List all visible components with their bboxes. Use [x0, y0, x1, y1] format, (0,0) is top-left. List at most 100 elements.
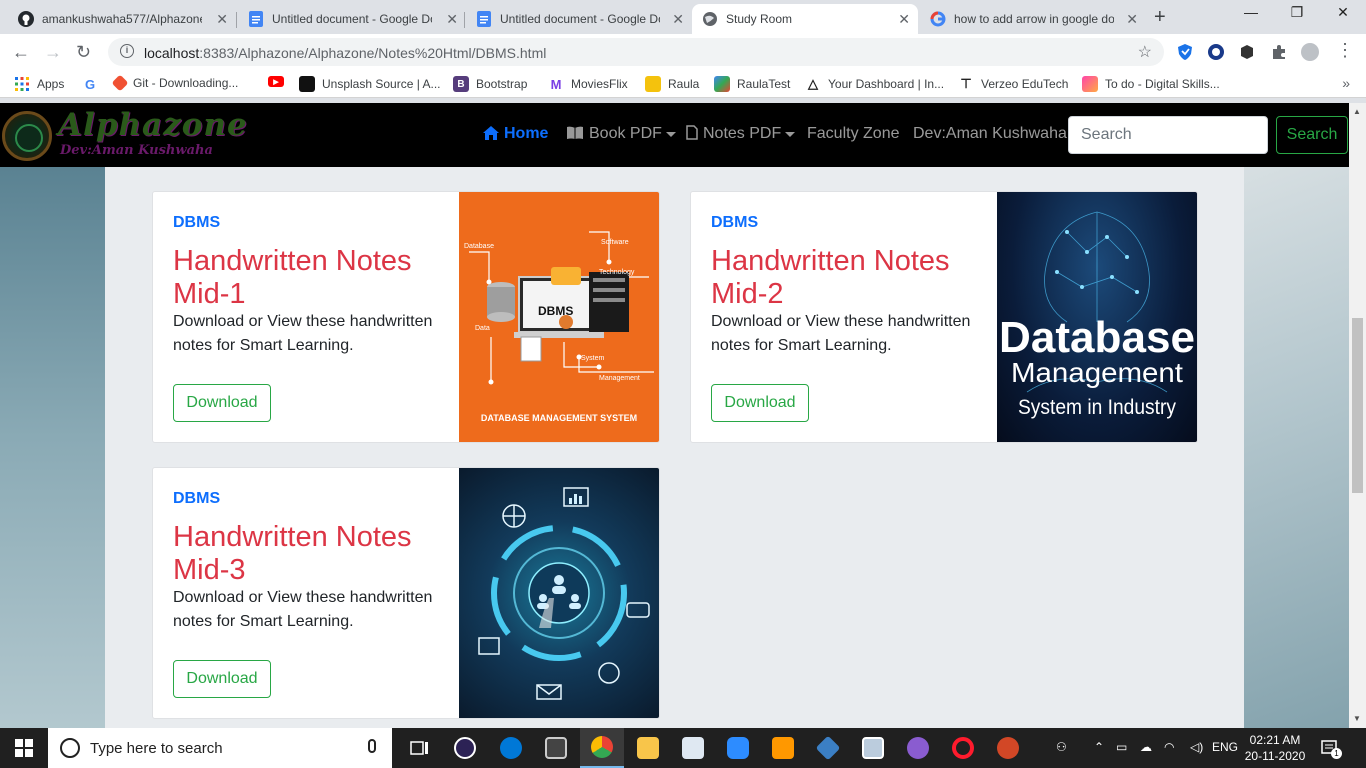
download-button[interactable]: Download [173, 660, 271, 698]
cat-app-icon[interactable] [896, 728, 940, 768]
bookmark-star-icon[interactable]: ☆ [1138, 42, 1152, 62]
close-tab-icon[interactable]: ✕ [446, 11, 458, 28]
edge-browser-icon[interactable] [489, 728, 533, 768]
chevron-more-icon[interactable]: » [1342, 75, 1350, 91]
download-button[interactable]: Download [173, 384, 271, 422]
bookmark-bootstrap[interactable]: B Bootstrap [453, 76, 527, 92]
restore-icon[interactable]: ❐ [1274, 4, 1320, 21]
onedrive-cloud-icon[interactable]: ☁ [1140, 740, 1152, 754]
tab-google-search[interactable]: how to add arrow in google docs ✕ [920, 4, 1146, 34]
monitor-app-icon[interactable] [851, 728, 895, 768]
puzzle-extensions-icon[interactable] [1270, 43, 1288, 61]
virtualbox-icon[interactable] [806, 728, 850, 768]
system-clock[interactable]: 02:21 AM 20-11-2020 [1244, 732, 1306, 764]
volume-icon[interactable]: ◁) [1190, 740, 1203, 754]
download-button[interactable]: Download [711, 384, 809, 422]
info-icon[interactable]: i [120, 44, 134, 58]
tab-label: amankushwaha577/Alphazone [42, 12, 202, 26]
bookmark-unsplash[interactable]: Unsplash Source | A... [299, 76, 441, 92]
browser-toolbar: ← → ↻ i localhost:8383/Alphazone/Alphazo… [0, 34, 1366, 70]
close-tab-icon[interactable]: ✕ [1126, 11, 1138, 28]
notification-center-icon[interactable]: 1 [1320, 738, 1342, 759]
brand-logo[interactable]: Alphazone Dev:Aman Kushwaha [2, 107, 272, 161]
browser-tab-strip: amankushwaha577/Alphazone ✕ Untitled doc… [0, 0, 1366, 34]
nav-faculty-zone-label: Faculty Zone [807, 125, 900, 142]
chevron-up-icon[interactable]: ⌃ [1094, 740, 1104, 754]
close-tab-icon[interactable]: ✕ [216, 11, 228, 28]
home-icon [483, 125, 499, 143]
bookmark-raulatest[interactable]: RaulaTest [714, 76, 790, 92]
task-view-icon[interactable] [398, 728, 442, 768]
sublime-text-icon[interactable] [761, 728, 805, 768]
page-scrollbar[interactable]: ▲ ▼ [1349, 103, 1366, 728]
people-icon[interactable]: ⚇ [1056, 740, 1067, 754]
book-icon [566, 126, 584, 143]
nav-notes-pdf[interactable]: Notes PDF [686, 125, 796, 143]
powerpoint-icon[interactable] [986, 728, 1030, 768]
site-search-button[interactable]: Search [1276, 116, 1348, 154]
store-icon[interactable] [534, 728, 578, 768]
address-bar[interactable]: i localhost:8383/Alphazone/Alphazone/Not… [108, 38, 1164, 66]
bookmark-dashboard[interactable]: △ Your Dashboard | In... [805, 76, 944, 92]
bookmark-google[interactable]: G [82, 76, 105, 92]
minimize-icon[interactable]: — [1228, 4, 1274, 20]
extension-cube-icon[interactable] [1238, 43, 1256, 61]
reload-icon[interactable]: ↻ [76, 42, 91, 63]
tab-study-room[interactable]: Study Room ✕ [692, 4, 918, 34]
bookmark-raula[interactable]: Raula [645, 76, 699, 92]
tab-github[interactable]: amankushwaha577/Alphazone ✕ [8, 4, 236, 34]
new-tab-icon[interactable]: + [1154, 6, 1166, 29]
extension-circle-icon[interactable] [1207, 43, 1225, 61]
nav-faculty-zone[interactable]: Faculty Zone [807, 125, 899, 143]
bookmark-youtube[interactable]: ▶ [268, 76, 291, 87]
site-search-input[interactable] [1068, 116, 1268, 154]
chrome-browser-icon[interactable] [580, 728, 624, 768]
scroll-thumb[interactable] [1352, 318, 1363, 493]
nav-dev[interactable]: Dev:Aman Kushwaha [913, 125, 1067, 143]
pdf-file-icon [686, 125, 698, 143]
nav-book-pdf[interactable]: Book PDF [566, 125, 676, 143]
caret-down-icon [665, 131, 676, 137]
opera-browser-icon[interactable] [941, 728, 985, 768]
back-arrow-icon[interactable]: ← [12, 42, 30, 63]
bookmarks-bar: Apps G Git - Downloading... ▶ Unsplash S… [0, 70, 1366, 98]
close-tab-icon[interactable]: ✕ [898, 11, 910, 28]
bookmark-todo[interactable]: To do - Digital Skills... [1082, 76, 1220, 92]
close-tab-icon[interactable]: ✕ [672, 11, 684, 28]
nav-home[interactable]: Home [483, 125, 548, 143]
moviesflix-icon: M [550, 76, 562, 92]
dbms-illustration-image: Database Software Technology Data System… [459, 192, 659, 442]
bookmark-apps[interactable]: Apps [14, 76, 64, 92]
forward-arrow-icon[interactable]: → [44, 42, 62, 63]
language-indicator[interactable]: ENG [1212, 740, 1238, 754]
zoom-app-icon[interactable] [716, 728, 760, 768]
nav-book-pdf-label: Book PDF [589, 125, 662, 142]
close-window-icon[interactable]: ✕ [1320, 4, 1366, 21]
bookmark-moviesflix[interactable]: M MoviesFlix [548, 76, 628, 92]
windows-start-icon[interactable] [0, 728, 48, 768]
url-text[interactable]: localhost:8383/Alphazone/Alphazone/Notes… [144, 45, 546, 61]
tab-google-docs-2[interactable]: Untitled document - Google Docs ✕ [466, 4, 692, 34]
scroll-down-icon[interactable]: ▼ [1353, 714, 1361, 723]
taskbar-search-placeholder: Type here to search [90, 739, 223, 757]
eclipse-app-icon[interactable] [443, 728, 487, 768]
file-explorer-icon[interactable] [626, 728, 670, 768]
image-label-software: Software [601, 239, 629, 246]
menu-kebab-icon[interactable]: ⋮ [1336, 40, 1354, 61]
document-app-icon[interactable] [671, 728, 715, 768]
unsplash-icon [299, 76, 315, 92]
tab-google-docs-1[interactable]: Untitled document - Google Docs ✕ [238, 4, 466, 34]
wifi-icon[interactable]: ◠ [1164, 740, 1174, 754]
shield-extension-icon[interactable] [1176, 43, 1194, 61]
scroll-up-icon[interactable]: ▲ [1353, 107, 1361, 116]
bookmark-verzeo[interactable]: ⊤ Verzeo EduTech [958, 76, 1068, 92]
github-icon [18, 11, 34, 27]
profile-avatar-icon[interactable] [1301, 43, 1319, 61]
bootstrap-icon: B [453, 76, 469, 92]
clock-time: 02:21 AM [1249, 733, 1301, 747]
taskbar-search-box[interactable]: Type here to search [48, 728, 392, 768]
battery-icon[interactable]: ▭ [1116, 740, 1127, 754]
microphone-icon[interactable] [368, 739, 376, 753]
todo-icon [1082, 76, 1098, 92]
bookmark-git[interactable]: Git - Downloading... [111, 74, 238, 92]
